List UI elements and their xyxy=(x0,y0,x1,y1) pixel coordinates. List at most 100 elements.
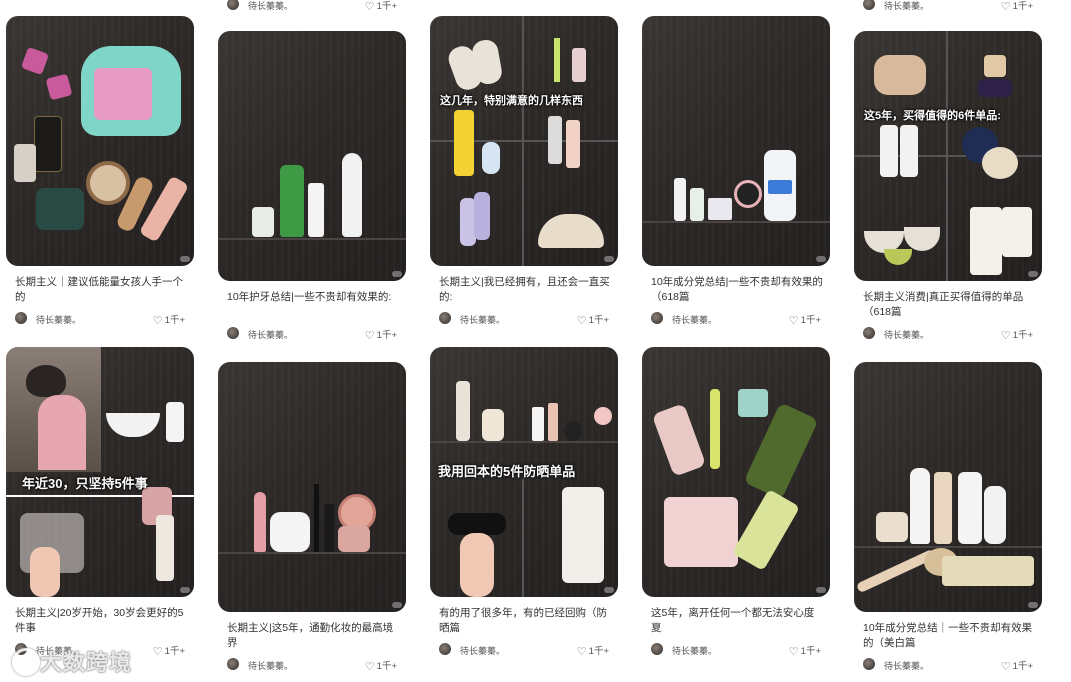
corner-badge xyxy=(1028,271,1038,277)
author-name[interactable]: 待长蓁蓁。 xyxy=(884,328,929,341)
note-cover-image[interactable] xyxy=(642,347,830,597)
corner-badge xyxy=(392,602,402,608)
cover-overlay-text: 年近30，只坚持5件事 xyxy=(22,476,148,491)
card-meta: 待长蓁蓁。 ♡ 1千+ xyxy=(863,658,1035,673)
like-button[interactable]: ♡ 1千+ xyxy=(1001,0,1033,13)
avatar[interactable] xyxy=(651,312,663,324)
note-title[interactable]: 10年护牙总结|一些不贵却有效果的: xyxy=(227,290,399,305)
like-count: 1千+ xyxy=(1012,661,1033,672)
like-button[interactable]: ♡ 1千+ xyxy=(577,643,609,658)
card-meta: 待长蓁蓁。 ♡ 1千+ xyxy=(439,312,611,327)
note-card[interactable]: 长期主义｜建议低能量女孩人手一个的 待长蓁蓁。 ♡ 1千+ xyxy=(6,16,194,327)
corner-badge xyxy=(180,256,190,262)
note-cover-image[interactable] xyxy=(642,16,830,266)
heart-icon: ♡ xyxy=(364,661,375,673)
like-count: 1千+ xyxy=(376,1,397,12)
like-count: 1千+ xyxy=(164,315,185,326)
heart-icon: ♡ xyxy=(1000,330,1011,342)
note-title[interactable]: 有的用了很多年，有的已经回购（防晒篇 xyxy=(439,606,611,636)
note-cover-image[interactable] xyxy=(218,362,406,612)
avatar[interactable] xyxy=(15,312,27,324)
note-card[interactable]: 10年成分党总结｜一些不贵却有效果的（美白篇 待长蓁蓁。 ♡ 1千+ xyxy=(854,362,1042,673)
like-button[interactable]: ♡ 1千+ xyxy=(1001,658,1033,673)
like-button[interactable]: ♡ 1千+ xyxy=(153,312,185,327)
note-card[interactable]: 10年成分党总结|一些不贵却有效果的（618篇 待长蓁蓁。 ♡ 1千+ xyxy=(642,16,830,327)
note-card[interactable]: 我用回本的5件防晒单品 有的用了很多年，有的已经回购（防晒篇 待长蓁蓁。 ♡ 1千… xyxy=(430,347,618,658)
note-card[interactable]: 这5年，离开任何一个都无法安心度夏 待长蓁蓁。 ♡ 1千+ xyxy=(642,347,830,658)
like-count: 1千+ xyxy=(376,330,397,341)
author-name[interactable]: 待长蓁蓁。 xyxy=(248,0,293,12)
heart-icon: ♡ xyxy=(1000,661,1011,673)
avatar[interactable] xyxy=(227,658,239,670)
note-card[interactable]: 长期主义|这5年，通勤化妆的最高境界 待长蓁蓁。 ♡ 1千+ xyxy=(218,362,406,673)
like-button[interactable]: ♡ 1千+ xyxy=(1001,327,1033,342)
like-button[interactable]: ♡ 1千+ xyxy=(153,643,185,658)
like-count: 1千+ xyxy=(1012,330,1033,341)
corner-badge xyxy=(1028,602,1038,608)
cover-overlay-text: 这5年，买得值得的6件单品: xyxy=(864,110,1001,122)
like-count: 1千+ xyxy=(588,646,609,657)
watermark-text: 大数跨境 xyxy=(40,650,133,675)
corner-badge xyxy=(816,587,826,593)
avatar[interactable] xyxy=(227,327,239,339)
note-title[interactable]: 10年成分党总结|一些不贵却有效果的（618篇 xyxy=(651,275,823,305)
like-button[interactable]: ♡ 1千+ xyxy=(577,312,609,327)
like-button[interactable]: ♡ 1千+ xyxy=(789,643,821,658)
avatar[interactable] xyxy=(863,0,875,10)
cover-overlay-text: 这几年，特别满意的几样东西 xyxy=(440,95,583,107)
card-meta: 待长蓁蓁。 ♡ 1千+ xyxy=(651,312,823,327)
like-count: 1千+ xyxy=(376,661,397,672)
heart-icon: ♡ xyxy=(364,1,375,13)
note-title[interactable]: 长期主义｜建议低能量女孩人手一个的 xyxy=(15,275,187,305)
note-card[interactable]: 这5年，买得值得的6件单品: 长期主义消费|真正买得值得的单品（618篇 待长蓁… xyxy=(854,31,1042,342)
like-count: 1千+ xyxy=(588,315,609,326)
note-title[interactable]: 这5年，离开任何一个都无法安心度夏 xyxy=(651,606,823,636)
avatar[interactable] xyxy=(439,643,451,655)
note-cover-image[interactable]: 年近30，只坚持5件事 xyxy=(6,347,194,597)
avatar[interactable] xyxy=(651,643,663,655)
author-name[interactable]: 待长蓁蓁。 xyxy=(248,659,293,672)
author-name[interactable]: 待长蓁蓁。 xyxy=(460,644,505,657)
card-meta: 待长蓁蓁。 ♡ 1千+ xyxy=(863,327,1035,342)
note-cover-image[interactable] xyxy=(218,31,406,281)
avatar[interactable] xyxy=(863,327,875,339)
avatar[interactable] xyxy=(439,312,451,324)
note-card[interactable]: 这几年，特别满意的几样东西 长期主义|我已经拥有，且还会一直买的: 待长蓁蓁。 … xyxy=(430,16,618,327)
cover-overlay-text: 我用回本的5件防晒单品 xyxy=(438,464,576,479)
author-name[interactable]: 待长蓁蓁。 xyxy=(672,313,717,326)
author-name[interactable]: 待长蓁蓁。 xyxy=(460,313,505,326)
note-title[interactable]: 10年成分党总结｜一些不贵却有效果的（美白篇 xyxy=(863,621,1035,651)
note-cover-image[interactable]: 我用回本的5件防晒单品 xyxy=(430,347,618,597)
like-count: 1千+ xyxy=(164,646,185,657)
avatar[interactable] xyxy=(863,658,875,670)
note-cover-image[interactable] xyxy=(6,16,194,266)
note-title[interactable]: 长期主义|这5年，通勤化妆的最高境界 xyxy=(227,621,399,651)
heart-icon: ♡ xyxy=(788,315,799,327)
note-title[interactable]: 长期主义|20岁开始，30岁会更好的5件事 xyxy=(15,606,187,636)
author-name[interactable]: 待长蓁蓁。 xyxy=(36,313,81,326)
note-card[interactable]: 10年护牙总结|一些不贵却有效果的: 待长蓁蓁。 ♡ 1千+ xyxy=(218,31,406,342)
like-count: 1千+ xyxy=(800,315,821,326)
note-cover-image[interactable]: 这几年，特别满意的几样东西 xyxy=(430,16,618,266)
like-button[interactable]: ♡ 1千+ xyxy=(789,312,821,327)
note-cover-image[interactable] xyxy=(854,362,1042,612)
avatar[interactable] xyxy=(227,0,239,10)
author-name[interactable]: 待长蓁蓁。 xyxy=(248,328,293,341)
corner-badge xyxy=(604,256,614,262)
note-card[interactable]: 年近30，只坚持5件事 长期主义|20岁开始，30岁会更好的5件事 待长蓁蓁。 … xyxy=(6,347,194,658)
like-button[interactable]: ♡ 1千+ xyxy=(365,327,397,342)
like-button[interactable]: ♡ 1千+ xyxy=(365,658,397,673)
note-cover-image[interactable]: 这5年，买得值得的6件单品: xyxy=(854,31,1042,281)
heart-icon: ♡ xyxy=(152,646,163,658)
card-meta: 待长蓁蓁。 ♡ 1千+ xyxy=(227,327,399,342)
corner-badge xyxy=(392,271,402,277)
note-title[interactable]: 长期主义|我已经拥有，且还会一直买的: xyxy=(439,275,611,305)
note-title[interactable]: 长期主义消费|真正买得值得的单品（618篇 xyxy=(863,290,1035,320)
author-name[interactable]: 待长蓁蓁。 xyxy=(672,644,717,657)
heart-icon: ♡ xyxy=(1000,1,1011,13)
corner-badge xyxy=(816,256,826,262)
corner-badge xyxy=(604,587,614,593)
author-name[interactable]: 待长蓁蓁。 xyxy=(884,0,929,12)
like-button[interactable]: ♡ 1千+ xyxy=(365,0,397,13)
author-name[interactable]: 待长蓁蓁。 xyxy=(884,659,929,672)
